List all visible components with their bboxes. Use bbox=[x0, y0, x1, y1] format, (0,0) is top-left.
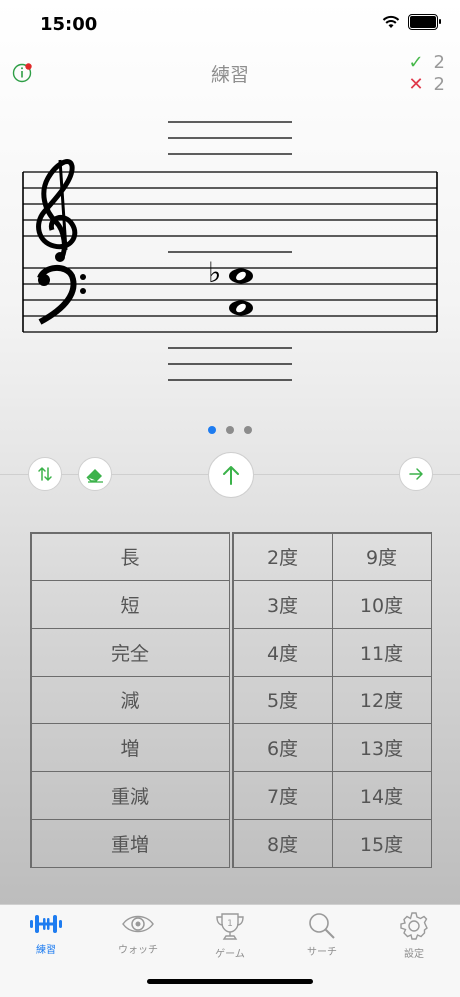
quality-option[interactable]: 長 bbox=[30, 532, 230, 582]
interval-option[interactable]: 4度 bbox=[232, 627, 333, 677]
play-button[interactable] bbox=[208, 452, 254, 498]
grand-staff: ♭ bbox=[22, 121, 438, 381]
page-dot-1[interactable] bbox=[208, 426, 216, 434]
interval-option[interactable]: 14度 bbox=[331, 771, 432, 820]
correct-count: 2 bbox=[433, 52, 445, 73]
correct-icon: ✓ bbox=[408, 52, 424, 73]
interval-grid: 2度 9度 3度 10度 4度 11度 5度 12度 6度 13度 7度 14度… bbox=[232, 532, 432, 868]
interval-option[interactable]: 11度 bbox=[331, 627, 432, 677]
interval-option[interactable]: 13度 bbox=[331, 723, 432, 773]
interval-option[interactable]: 12度 bbox=[331, 675, 432, 725]
tab-label: ウォッチ bbox=[118, 945, 158, 956]
home-indicator bbox=[147, 979, 313, 984]
eye-icon bbox=[122, 915, 154, 933]
interval-option[interactable]: 7度 bbox=[232, 771, 333, 820]
interval-option[interactable]: 8度 bbox=[232, 818, 333, 868]
page-dot-3[interactable] bbox=[244, 426, 252, 434]
interval-option[interactable]: 10度 bbox=[331, 580, 432, 629]
swap-vertical-icon bbox=[38, 466, 52, 482]
quality-grid: 長 短 完全 減 増 重減 重増 bbox=[30, 532, 230, 868]
battery-icon bbox=[408, 14, 441, 30]
tab-label: ゲーム bbox=[215, 949, 245, 960]
arrow-right-icon bbox=[409, 468, 423, 480]
score-display: ✓ 2 ✕ 2 bbox=[408, 52, 445, 96]
quality-option[interactable]: 重減 bbox=[30, 771, 230, 820]
status-time: 15:00 bbox=[40, 14, 98, 35]
erase-button[interactable] bbox=[78, 457, 112, 491]
tab-game[interactable]: 1 ゲーム bbox=[184, 911, 276, 960]
next-button[interactable] bbox=[399, 457, 433, 491]
eraser-icon bbox=[86, 469, 103, 483]
search-icon bbox=[309, 913, 335, 939]
trophy-number: 1 bbox=[227, 919, 233, 929]
tab-search[interactable]: サーチ bbox=[276, 911, 368, 958]
quality-option[interactable]: 完全 bbox=[30, 627, 230, 677]
page-dot-2[interactable] bbox=[226, 426, 234, 434]
dumbbell-icon bbox=[30, 915, 62, 933]
quality-option[interactable]: 減 bbox=[30, 675, 230, 725]
quality-option[interactable]: 重増 bbox=[30, 818, 230, 868]
tab-settings[interactable]: 設定 bbox=[368, 911, 460, 960]
flat-accidental: ♭ bbox=[208, 256, 221, 289]
wrong-icon: ✕ bbox=[408, 74, 424, 95]
interval-option[interactable]: 6度 bbox=[232, 723, 333, 773]
interval-option[interactable]: 5度 bbox=[232, 675, 333, 725]
wrong-count: 2 bbox=[433, 74, 445, 95]
quality-option[interactable]: 増 bbox=[30, 723, 230, 773]
tab-watch[interactable]: ウォッチ bbox=[92, 911, 184, 956]
quality-option[interactable]: 短 bbox=[30, 580, 230, 629]
interval-option[interactable]: 3度 bbox=[232, 580, 333, 629]
note-chord: ♭ bbox=[208, 256, 253, 316]
interval-option[interactable]: 2度 bbox=[232, 532, 333, 582]
swap-button[interactable] bbox=[28, 457, 62, 491]
page-indicator[interactable] bbox=[0, 426, 460, 434]
gear-icon bbox=[400, 912, 428, 940]
trophy-icon: 1 bbox=[216, 913, 244, 940]
status-icons bbox=[382, 14, 441, 30]
interval-option[interactable]: 15度 bbox=[331, 818, 432, 868]
wifi-icon bbox=[382, 15, 400, 28]
tab-label: 設定 bbox=[404, 949, 424, 960]
tab-label: サーチ bbox=[307, 947, 337, 958]
bass-clef-icon bbox=[37, 265, 86, 325]
tab-label: 練習 bbox=[36, 945, 56, 956]
page-title: 練習 bbox=[210, 64, 249, 86]
arrow-up-icon bbox=[223, 466, 239, 485]
tab-practice[interactable]: 練習 bbox=[0, 911, 92, 956]
treble-clef-icon bbox=[36, 159, 78, 262]
interval-option[interactable]: 9度 bbox=[331, 532, 432, 582]
